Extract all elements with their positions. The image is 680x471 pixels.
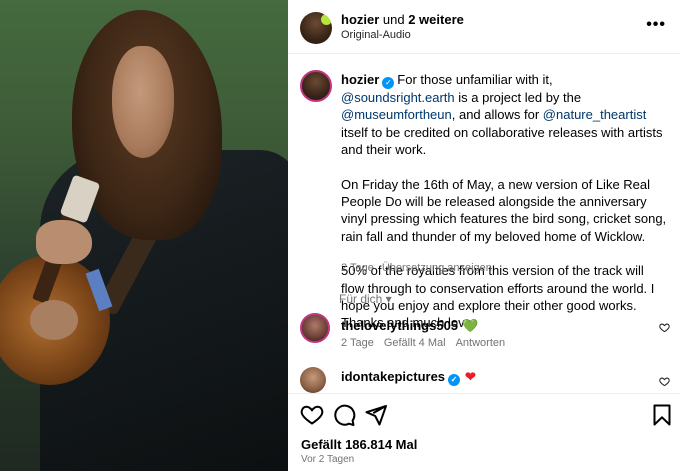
comment-like-heart-icon[interactable] bbox=[659, 322, 670, 336]
comment-username: thelovelythings505 💚 bbox=[341, 318, 478, 334]
comment-meta: 2 Tage Gefällt 4 Mal Antworten bbox=[341, 337, 515, 349]
author-username[interactable]: hozier bbox=[341, 12, 379, 27]
reply-button[interactable]: Antworten bbox=[456, 337, 506, 349]
verified-badge-icon: ✓ bbox=[382, 77, 395, 89]
author-avatar[interactable] bbox=[300, 12, 332, 44]
caption-avatar[interactable] bbox=[300, 70, 332, 102]
mention-link[interactable]: @museumfortheun bbox=[341, 107, 452, 122]
sort-comments-dropdown[interactable]: Für dich ▾ bbox=[339, 292, 392, 306]
caption-text: For those unfamiliar with it, bbox=[397, 72, 553, 87]
post-header: hozier und 2 weitere Original-Audio ••• bbox=[288, 0, 680, 54]
comment-avatar[interactable] bbox=[300, 313, 330, 343]
caption-meta: 2 Tage Übersetzung anzeigen bbox=[341, 262, 500, 274]
caption-time[interactable]: 2 Tage bbox=[341, 262, 374, 274]
caption-text: itself to be credited on collaborative r… bbox=[341, 124, 663, 158]
photo-face bbox=[112, 46, 174, 158]
like-heart-icon[interactable] bbox=[300, 403, 324, 427]
comment-username: idontakepictures ✓ ❤ bbox=[341, 369, 476, 386]
author-names: hozier und 2 weitere bbox=[341, 12, 464, 27]
caption-paragraph: On Friday the 16th of May, a new version… bbox=[341, 176, 667, 244]
green-heart-emoji: 💚 bbox=[462, 318, 479, 333]
translate-link[interactable]: Übersetzung anzeigen bbox=[382, 262, 492, 274]
more-options-icon[interactable]: ••• bbox=[646, 16, 666, 34]
post-age[interactable]: Vor 2 Tagen bbox=[301, 454, 354, 465]
red-heart-emoji: ❤ bbox=[465, 369, 476, 384]
comment-username-link[interactable]: thelovelythings505 bbox=[341, 318, 458, 333]
caption-text: , and allows for bbox=[451, 107, 543, 123]
coauthors-link[interactable]: 2 weitere bbox=[408, 12, 464, 27]
comment-likes[interactable]: Gefällt 4 Mal bbox=[384, 337, 446, 349]
verified-badge-icon: ✓ bbox=[448, 374, 461, 386]
photo-hand bbox=[36, 220, 92, 264]
comment-time[interactable]: 2 Tage bbox=[341, 337, 374, 349]
likes-count[interactable]: Gefällt 186.814 Mal bbox=[301, 437, 417, 452]
comment-bubble-icon[interactable] bbox=[332, 403, 356, 427]
caption-text: is a project led by the bbox=[454, 90, 582, 105]
author-connector: und bbox=[379, 12, 409, 27]
action-bar: Gefällt 186.814 Mal Vor 2 Tagen bbox=[288, 393, 680, 471]
post-caption: hozier ✓ For those unfamiliar with it, @so… bbox=[341, 71, 669, 349]
caption-username[interactable]: hozier bbox=[341, 72, 379, 87]
story-dot bbox=[321, 14, 332, 25]
mention-link[interactable]: @nature_theartist bbox=[543, 107, 647, 122]
save-bookmark-icon[interactable] bbox=[650, 403, 674, 427]
comment-like-heart-icon[interactable] bbox=[659, 376, 670, 390]
post-image[interactable] bbox=[0, 0, 288, 471]
photo-hand-strumming bbox=[30, 300, 78, 340]
comment-avatar[interactable] bbox=[300, 367, 326, 393]
share-paper-plane-icon[interactable] bbox=[364, 403, 388, 427]
post-panel: hozier und 2 weitere Original-Audio ••• … bbox=[288, 0, 680, 471]
audio-link[interactable]: Original-Audio bbox=[341, 29, 411, 41]
comment-username-link[interactable]: idontakepictures bbox=[341, 369, 445, 384]
mention-link[interactable]: @soundsright.earth bbox=[341, 90, 455, 105]
